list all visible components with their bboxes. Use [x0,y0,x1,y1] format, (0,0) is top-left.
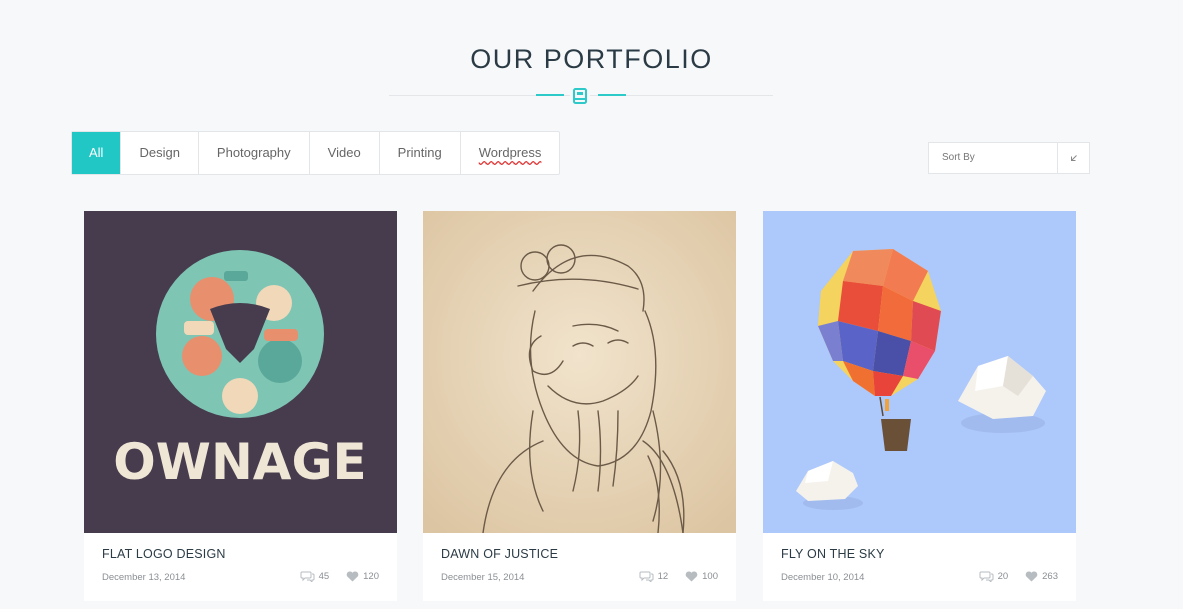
comment-count: 20 [997,571,1009,582]
filter-all[interactable]: All [72,132,122,174]
like-count: 120 [363,571,379,582]
card-title[interactable]: FLY ON THE SKY [781,547,885,561]
card-thumbnail-hot-air-balloon[interactable] [763,211,1076,533]
heart-icon[interactable] [685,571,698,582]
comment-icon [300,571,315,582]
comment-count: 12 [657,571,669,582]
portfolio-card[interactable]: FLY ON THE SKY December 10, 2014 20 263 [763,211,1076,601]
card-thumbnail-sketch-portrait[interactable] [423,211,736,533]
card-title[interactable]: FLAT LOGO DESIGN [102,547,226,561]
page-title: OUR PORTFOLIO [470,44,713,74]
filter-photography[interactable]: Photography [199,132,310,174]
like-count: 100 [702,571,718,582]
arrow-down-left-icon [1070,155,1077,161]
ownage-logo-text: OWNAGE [113,433,366,491]
portfolio-filter-bar: All Design Photography Video Printing Wo… [71,131,561,175]
sort-toggle-button[interactable] [1057,143,1089,173]
card-date: December 13, 2014 [102,572,186,583]
card-thumbnail-ownage-logo[interactable]: OWNAGE [84,211,397,533]
comment-count: 45 [318,571,330,582]
comment-icon [639,571,654,582]
card-date: December 10, 2014 [781,572,865,583]
portfolio-card[interactable]: OWNAGE FLAT LOGO DESIGN December 13, 201… [84,211,397,601]
card-stats: 20 263 [979,571,1058,582]
heart-icon[interactable] [346,571,359,582]
heart-icon[interactable] [1025,571,1038,582]
filter-wordpress-label: Wordpress [478,145,542,160]
sort-dropdown[interactable]: Sort By [928,142,1090,174]
comment-icon [979,571,994,582]
sort-label: Sort By [942,152,975,163]
card-stats: 12 100 [639,571,718,582]
filter-design[interactable]: Design [121,132,199,174]
filter-wordpress[interactable]: Wordpress [461,132,560,174]
like-count: 263 [1042,571,1058,582]
card-title[interactable]: DAWN OF JUSTICE [441,547,558,561]
card-date: December 15, 2014 [441,572,525,583]
card-stats: 45 120 [300,571,379,582]
portfolio-card[interactable]: DAWN OF JUSTICE December 15, 2014 12 100 [423,211,736,601]
filter-video[interactable]: Video [310,132,380,174]
title-divider [389,86,773,106]
book-icon [570,87,590,105]
filter-printing[interactable]: Printing [380,132,461,174]
